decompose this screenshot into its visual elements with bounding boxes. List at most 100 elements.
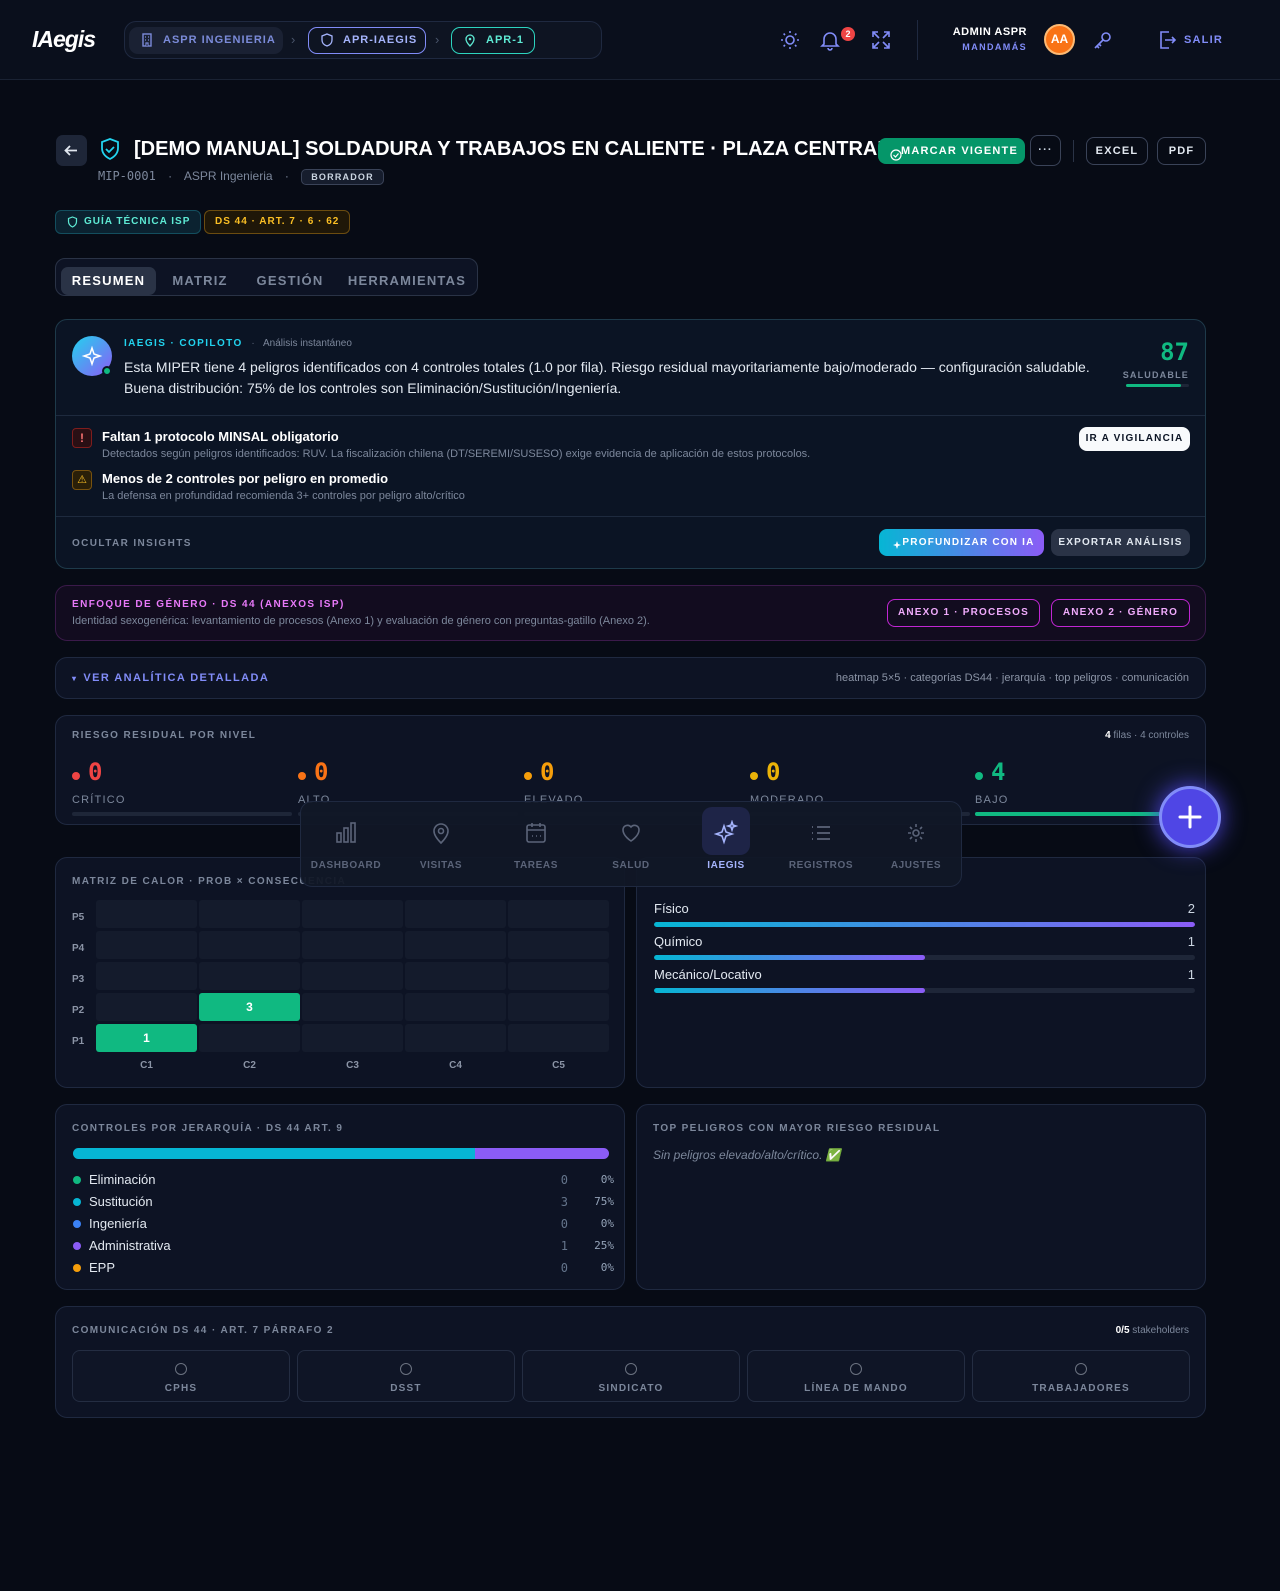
more-options-button[interactable]: ··· <box>1030 135 1061 166</box>
hierarchy-dot <box>73 1242 81 1250</box>
deepen-ai-button[interactable]: PROFUNDIZAR CON IA <box>879 529 1044 556</box>
back-button[interactable] <box>56 135 87 166</box>
logout-icon[interactable] <box>1155 28 1179 52</box>
hierarchy-row: Ingeniería 0 0% <box>73 1216 614 1231</box>
heatmap-col-label: C5 <box>552 1060 565 1071</box>
nav-item-registros[interactable]: REGISTROS <box>776 802 866 888</box>
heatmap-cell[interactable] <box>302 900 403 928</box>
copilot-card: IAEGIS · COPILOTO · Análisis instantáneo… <box>55 319 1206 569</box>
nav-item-label: IAEGIS <box>707 860 745 871</box>
breadcrumb-location[interactable]: APR-1 <box>451 27 535 54</box>
tab-matriz[interactable]: MATRIZ <box>162 267 238 295</box>
category-bar-fill <box>654 922 1195 927</box>
mark-vigente-button[interactable]: MARCAR VIGENTE <box>878 138 1025 164</box>
excel-button[interactable]: EXCEL <box>1086 137 1148 165</box>
logout-button[interactable]: SALIR <box>1184 34 1223 46</box>
nav-item-label: DASHBOARD <box>310 860 382 871</box>
heatmap-cell[interactable] <box>508 962 609 990</box>
heatmap-cell[interactable] <box>302 931 403 959</box>
vigilancia-button[interactable]: IR A VIGILANCIA <box>1079 427 1190 451</box>
annex1-button[interactable]: ANEXO 1 · PROCESOS <box>887 599 1040 627</box>
top-bar: IAegis ASPR INGENIERIA › APR-IAEGIS › AP… <box>0 0 1280 80</box>
health-bar <box>1126 384 1189 387</box>
hierarchy-dot <box>73 1176 81 1184</box>
heatmap-cell[interactable] <box>508 931 609 959</box>
bell-icon[interactable] <box>818 28 842 52</box>
heatmap-cell[interactable] <box>302 1024 403 1052</box>
heatmap-cell[interactable] <box>199 900 300 928</box>
heatmap-cell[interactable] <box>508 1024 609 1052</box>
heatmap-cell[interactable] <box>199 1024 300 1052</box>
nav-item-label: REGISTROS <box>788 860 854 871</box>
caret-down-icon: ▾ <box>72 674 78 683</box>
insight-description: La defensa en profundidad recomienda 3+ … <box>102 490 465 502</box>
stakeholder-5[interactable]: TRABAJADORES <box>972 1350 1190 1402</box>
heatmap-cell[interactable] <box>96 993 197 1021</box>
plus-icon <box>1178 805 1202 829</box>
heatmap-cell[interactable] <box>302 962 403 990</box>
theme-sun-icon[interactable] <box>778 28 802 52</box>
nav-item-ajustes[interactable]: AJUSTES <box>871 802 961 888</box>
heatmap-cell[interactable] <box>508 993 609 1021</box>
risk-dot <box>298 771 306 780</box>
heatmap-cell[interactable] <box>96 931 197 959</box>
tab-resumen[interactable]: RESUMEN <box>61 267 156 295</box>
key-icon[interactable] <box>1091 28 1115 52</box>
hierarchy-title: CONTROLES POR JERARQUÍA · DS 44 ART. 9 <box>72 1123 344 1134</box>
heatmap-cell[interactable] <box>405 1024 506 1052</box>
stakeholder-4[interactable]: LÍNEA DE MANDO <box>747 1350 965 1402</box>
hide-insights-button[interactable]: OCULTAR INSIGHTS <box>72 538 192 549</box>
circle-unchecked-icon <box>400 1363 412 1375</box>
annex2-button[interactable]: ANEXO 2 · GÉNERO <box>1051 599 1190 627</box>
stakeholder-2[interactable]: DSST <box>297 1350 515 1402</box>
tag-ds44: DS 44 · ART. 7 · 6 · 62 <box>204 210 351 234</box>
hierarchy-name: Administrativa <box>89 1238 171 1253</box>
stakeholder-1[interactable]: CPHS <box>72 1350 290 1402</box>
analytics-toggle[interactable]: ▾ VER ANALÍTICA DETALLADA heatmap 5×5 · c… <box>55 657 1206 699</box>
stakeholder-name: CPHS <box>164 1383 198 1394</box>
heatmap-cell[interactable] <box>96 962 197 990</box>
export-analysis-button[interactable]: EXPORTAR ANÁLISIS <box>1051 529 1190 556</box>
stakeholder-3[interactable]: SINDICATO <box>522 1350 740 1402</box>
tab-herramientas[interactable]: HERRAMIENTAS <box>343 267 471 295</box>
divider <box>917 20 918 60</box>
nav-item-dashboard[interactable]: DASHBOARD <box>301 802 391 888</box>
heatmap-cell[interactable]: 3 <box>199 993 300 1021</box>
nav-item-tareas[interactable]: TAREAS <box>491 802 581 888</box>
nav-item-label: VISITAS <box>419 860 463 871</box>
heatmap-cell[interactable] <box>302 993 403 1021</box>
risk-level-value: 4 <box>975 758 1195 786</box>
avatar[interactable]: AA <box>1044 24 1075 55</box>
heatmap-cell[interactable] <box>405 993 506 1021</box>
heatmap-cell[interactable] <box>96 900 197 928</box>
risk-count: 4 <box>991 758 1006 786</box>
heatmap-cell[interactable] <box>508 900 609 928</box>
tab-gestion[interactable]: GESTIÓN <box>246 267 334 295</box>
heatmap-cell[interactable] <box>405 931 506 959</box>
nav-item-iaegis[interactable]: IAEGIS <box>681 802 771 888</box>
analytics-toggle-label: ▾ VER ANALÍTICA DETALLADA <box>72 672 269 684</box>
risk-count: 0 <box>88 758 103 786</box>
arrow-left-icon <box>64 145 77 156</box>
app-logo[interactable]: IAegis <box>32 26 96 53</box>
heatmap-cell[interactable]: 1 <box>96 1024 197 1052</box>
heatmap-cell[interactable] <box>199 931 300 959</box>
copilot-header: IAEGIS · COPILOTO · Análisis instantáneo <box>124 338 352 349</box>
heatmap-cell[interactable] <box>405 962 506 990</box>
stakeholder-count-label: stakeholders <box>1132 1325 1189 1336</box>
mark-vigente-label: MARCAR VIGENTE <box>900 145 1019 157</box>
heatmap-cell[interactable] <box>405 900 506 928</box>
hierarchy-segment <box>475 1148 609 1159</box>
copilot-title: IAEGIS · COPILOTO <box>124 338 243 349</box>
breadcrumb-project[interactable]: APR-IAEGIS <box>308 27 426 54</box>
hierarchy-count: 0 <box>560 1217 568 1231</box>
nav-item-salud[interactable]: SALUD <box>586 802 676 888</box>
pdf-button[interactable]: PDF <box>1157 137 1206 165</box>
breadcrumb-company[interactable]: ASPR INGENIERIA <box>129 27 283 54</box>
fullscreen-icon[interactable] <box>869 28 893 52</box>
nav-item-visitas[interactable]: VISITAS <box>396 802 486 888</box>
heatmap-cell[interactable] <box>199 962 300 990</box>
hierarchy-dot <box>73 1220 81 1228</box>
add-fab-button[interactable] <box>1159 786 1221 848</box>
hierarchy-name: Eliminación <box>89 1172 156 1187</box>
